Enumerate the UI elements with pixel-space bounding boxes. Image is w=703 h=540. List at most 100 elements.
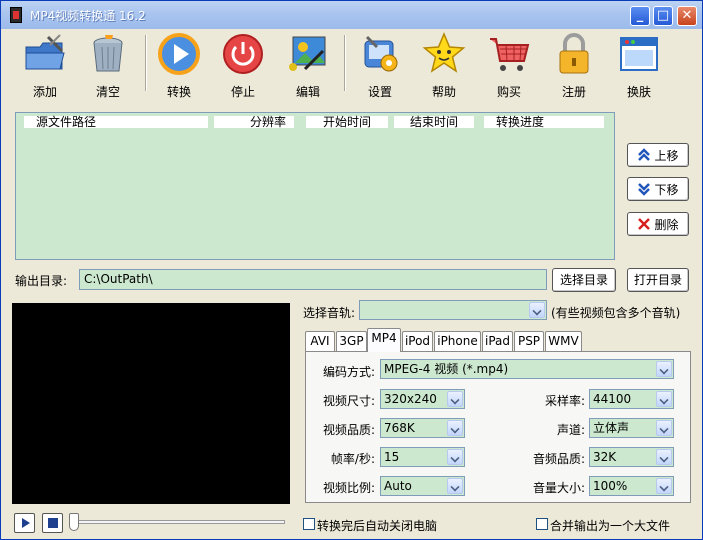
- skin-button[interactable]: 换肤: [609, 31, 669, 99]
- delete-button[interactable]: 删除: [627, 212, 689, 236]
- help-button[interactable]: 帮助: [414, 31, 474, 99]
- toolbar-separator: [145, 35, 147, 91]
- chevron-down-icon[interactable]: [447, 391, 463, 407]
- video-quality-select[interactable]: 768K: [380, 418, 465, 438]
- skin-label: 换肤: [626, 85, 651, 99]
- channel-label: 声道:: [556, 423, 585, 437]
- chevron-down-icon[interactable]: [656, 478, 672, 494]
- trash-can-icon: [85, 31, 131, 77]
- aspect-ratio-select[interactable]: Auto: [380, 476, 465, 496]
- register-label: 注册: [561, 85, 586, 99]
- toolbar-separator: [344, 35, 346, 91]
- codec-value: MPEG-4 视频 (*.mp4): [384, 362, 509, 376]
- chevron-down-icon[interactable]: [656, 420, 672, 436]
- edit-button[interactable]: 编辑: [278, 31, 338, 99]
- delete-x-icon: [637, 217, 651, 231]
- audio-quality-select[interactable]: 32K: [589, 447, 674, 467]
- video-quality-value: 768K: [384, 421, 415, 435]
- video-size-select[interactable]: 320x240: [380, 389, 465, 409]
- stop-button[interactable]: 停止: [213, 31, 273, 99]
- volume-label: 音量大小:: [532, 481, 585, 495]
- move-down-label: 下移: [654, 182, 679, 197]
- seek-track[interactable]: [73, 520, 285, 524]
- aspect-ratio-label: 视频比例:: [322, 481, 375, 495]
- stop-playback-button[interactable]: [42, 513, 63, 533]
- buy-button[interactable]: 购买: [479, 31, 539, 99]
- tab-ipod[interactable]: iPod: [402, 331, 433, 351]
- close-button[interactable]: ✕: [677, 6, 697, 26]
- tab-mp4[interactable]: MP4: [367, 328, 401, 352]
- volume-select[interactable]: 100%: [589, 476, 674, 496]
- app-logo-icon: [10, 7, 22, 23]
- clear-label: 清空: [95, 85, 120, 99]
- settings-button[interactable]: 设置: [350, 31, 410, 99]
- shopping-cart-icon: [486, 31, 532, 77]
- tab-3gp[interactable]: 3GP: [336, 331, 367, 351]
- seek-slider-thumb[interactable]: [69, 513, 79, 531]
- title-bar[interactable]: MP4视频转换通 16.2 _ □ ✕: [1, 1, 702, 29]
- sample-rate-label: 采样率:: [544, 394, 585, 408]
- audio-track-select[interactable]: [359, 300, 547, 320]
- output-dir-label: 输出目录:: [15, 274, 68, 288]
- stop-label: 停止: [230, 85, 255, 99]
- add-button[interactable]: 添加: [15, 31, 75, 99]
- audio-quality-label: 音频品质:: [532, 452, 585, 466]
- chevron-down-icon[interactable]: [447, 420, 463, 436]
- file-list-header: 源文件路径 分辨率 开始时间 结束时间 转换进度: [16, 113, 614, 133]
- edit-label: 编辑: [295, 85, 320, 99]
- clear-button[interactable]: 清空: [78, 31, 138, 99]
- codec-label: 编码方式:: [322, 365, 375, 379]
- column-start-time[interactable]: 开始时间: [306, 116, 388, 128]
- move-up-button[interactable]: 上移: [627, 143, 689, 167]
- codec-select[interactable]: MPEG-4 视频 (*.mp4): [380, 359, 674, 379]
- video-size-value: 320x240: [384, 392, 437, 406]
- column-resolution[interactable]: 分辨率: [214, 116, 294, 128]
- volume-value: 100%: [593, 479, 628, 493]
- column-progress[interactable]: 转换进度: [484, 116, 604, 128]
- window-title: MP4视频转换通 16.2: [30, 9, 146, 23]
- tab-psp[interactable]: PSP: [514, 331, 544, 351]
- sample-rate-select[interactable]: 44100: [589, 389, 674, 409]
- column-source-path[interactable]: 源文件路径: [24, 116, 208, 128]
- merge-output-checkbox[interactable]: [536, 518, 548, 530]
- add-label: 添加: [32, 85, 57, 99]
- convert-button[interactable]: 转换: [149, 31, 209, 99]
- delete-label: 删除: [654, 217, 679, 232]
- play-button[interactable]: [14, 513, 35, 533]
- folder-add-icon: [22, 31, 68, 77]
- chevron-down-icon[interactable]: [529, 302, 545, 318]
- chevron-down-icon[interactable]: [447, 478, 463, 494]
- settings-label: 设置: [367, 85, 392, 99]
- register-button[interactable]: 注册: [544, 31, 604, 99]
- chevron-down-icon[interactable]: [656, 449, 672, 465]
- minimize-button[interactable]: _: [630, 6, 650, 26]
- frame-rate-value: 15: [384, 450, 400, 464]
- main-window: MP4视频转换通 16.2 _ □ ✕ 添加 清空 转换 停止 编辑 设置 帮助…: [0, 0, 703, 540]
- toolbar: 添加 清空 转换 停止 编辑 设置 帮助 购买 注册 换肤: [1, 29, 702, 101]
- column-end-time[interactable]: 结束时间: [394, 116, 474, 128]
- channel-select[interactable]: 立体声: [589, 418, 674, 438]
- chevron-down-icon[interactable]: [447, 449, 463, 465]
- shutdown-checkbox[interactable]: [303, 518, 315, 530]
- star-help-icon: [421, 31, 467, 77]
- shutdown-label: 转换完后自动关闭电脑: [317, 519, 438, 533]
- tab-wmv[interactable]: WMV: [545, 331, 582, 351]
- tab-ipad[interactable]: iPad: [482, 331, 513, 351]
- edit-image-icon: [285, 31, 331, 77]
- tab-iphone[interactable]: iPhone: [434, 331, 481, 351]
- play-circle-icon: [156, 31, 202, 77]
- chevron-down-icon[interactable]: [656, 391, 672, 407]
- move-down-button[interactable]: 下移: [627, 177, 689, 201]
- frame-rate-select[interactable]: 15: [380, 447, 465, 467]
- lock-icon: [551, 31, 597, 77]
- output-dir-input[interactable]: C:\OutPath\: [79, 269, 547, 290]
- double-chevron-down-icon: [637, 182, 651, 196]
- open-dir-button[interactable]: 打开目录: [627, 268, 689, 292]
- choose-dir-button[interactable]: 选择目录: [552, 268, 616, 292]
- channel-value: 立体声: [593, 421, 630, 435]
- chevron-down-icon[interactable]: [656, 361, 672, 377]
- video-quality-label: 视频品质:: [322, 423, 375, 437]
- file-list[interactable]: 源文件路径 分辨率 开始时间 结束时间 转换进度: [15, 112, 615, 260]
- tab-avi[interactable]: AVI: [305, 331, 335, 351]
- maximize-button[interactable]: □: [653, 6, 673, 26]
